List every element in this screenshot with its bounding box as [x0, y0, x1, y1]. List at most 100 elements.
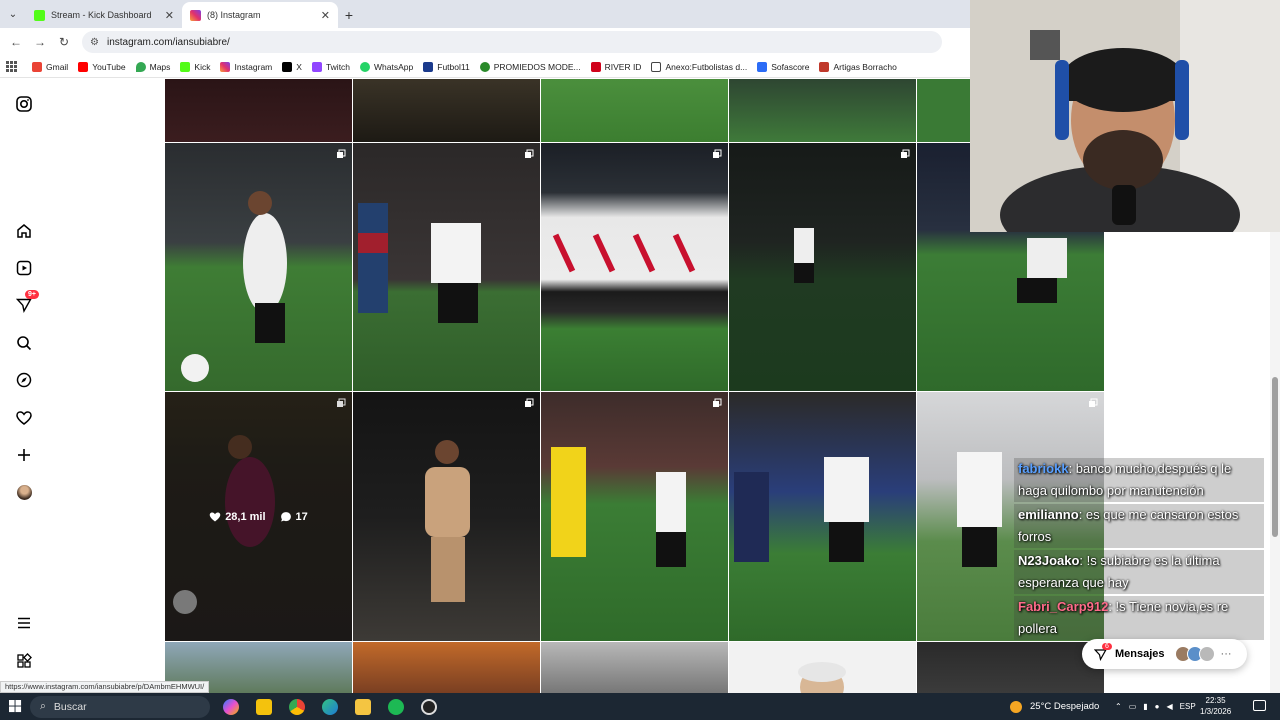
new-tab-button[interactable]: +: [338, 2, 360, 28]
edge-icon[interactable]: [317, 694, 343, 720]
more-menu-icon[interactable]: [15, 614, 33, 632]
comments-stat: 17: [280, 511, 308, 523]
post-thumbnail[interactable]: [541, 79, 728, 142]
post-thumbnail[interactable]: [165, 143, 352, 391]
post-thumbnail-hovered[interactable]: 28,1 mil 17: [165, 392, 352, 641]
post-thumbnail[interactable]: [353, 79, 540, 142]
recent-contacts-avatars: [1174, 646, 1215, 662]
page-scrollbar[interactable]: [1270, 232, 1280, 693]
system-clock[interactable]: 22:35 1/3/2026: [1200, 695, 1231, 717]
post-thumbnail[interactable]: [541, 642, 728, 693]
screen: ⌄ Stream - Kick Dashboard ✕ (8) Instagra…: [0, 0, 1280, 720]
twitch-icon: [311, 61, 322, 72]
store-icon[interactable]: [251, 694, 277, 720]
bookmark-x[interactable]: X: [282, 61, 302, 72]
clock-date: 1/3/2026: [1200, 707, 1232, 716]
chrome-icon[interactable]: [284, 694, 310, 720]
network-icon[interactable]: ▭: [1129, 702, 1137, 711]
messages-badge: 6: [1102, 643, 1112, 650]
bookmark-promiedos[interactable]: PROMIEDOS MODE...: [479, 61, 581, 72]
player-silhouette: [425, 440, 470, 602]
battery-icon[interactable]: ▮: [1143, 702, 1147, 711]
create-plus-icon[interactable]: [15, 446, 33, 464]
post-thumbnail[interactable]: [541, 392, 728, 641]
explore-icon[interactable]: [15, 371, 33, 389]
close-tab-icon[interactable]: ✕: [165, 9, 174, 22]
bookmark-label: Sofascore: [771, 61, 810, 72]
bookmark-wikipedia[interactable]: Anexo:Futbolistas d...: [651, 61, 747, 72]
file-explorer-icon[interactable]: [350, 694, 376, 720]
bookmark-kick[interactable]: Kick: [180, 61, 210, 72]
profile-post-grid: 28,1 mil 17: [165, 79, 1104, 693]
post-thumbnail[interactable]: [353, 392, 540, 641]
post-thumbnail[interactable]: [917, 642, 1104, 693]
home-icon[interactable]: [15, 222, 33, 240]
post-thumbnail[interactable]: [165, 79, 352, 142]
url-text: instagram.com/iansubiabre/: [106, 36, 230, 48]
youtube-icon: [78, 61, 89, 72]
clock-time: 22:35: [1205, 696, 1226, 705]
streamer-webcam: [970, 0, 1280, 232]
tab-kick-dashboard[interactable]: Stream - Kick Dashboard ✕: [26, 2, 182, 28]
heart-icon[interactable]: [15, 409, 33, 427]
bookmark-twitch[interactable]: Twitch: [311, 61, 351, 72]
chat-username: Fabri_Carp912: [1018, 599, 1109, 614]
apps-grid-icon[interactable]: [6, 60, 18, 73]
bookmark-futbol11[interactable]: Futbol11: [423, 61, 470, 72]
post-thumbnail[interactable]: [729, 392, 916, 641]
sofascore-icon: [757, 61, 768, 72]
bookmark-artigas[interactable]: Artigas Borracho: [819, 61, 897, 72]
stream-chat-overlay: fabriokk: banco mucho,después q le haga …: [1014, 458, 1264, 642]
tab-search-icon[interactable]: ⌄: [0, 0, 26, 28]
taskbar-search-box[interactable]: ⌕ Buscar: [30, 695, 210, 718]
tab-instagram[interactable]: (8) Instagram ✕: [182, 2, 338, 28]
weather-widget[interactable]: 25°C Despejado: [1010, 693, 1099, 720]
instagram-logo-icon[interactable]: [15, 95, 33, 113]
post-thumbnail[interactable]: [353, 143, 540, 391]
messages-icon[interactable]: 9+: [15, 290, 39, 314]
bookmark-youtube[interactable]: YouTube: [78, 61, 126, 72]
spotify-icon[interactable]: [383, 694, 409, 720]
windows-start-icon[interactable]: [0, 693, 30, 720]
more-dots-icon[interactable]: ···: [1221, 648, 1232, 660]
microphone-icon[interactable]: ●: [1155, 702, 1160, 711]
bookmark-label: PROMIEDOS MODE...: [493, 61, 581, 72]
also-from-meta-icon[interactable]: [15, 652, 33, 670]
site-info-icon[interactable]: ⚙: [90, 37, 99, 48]
browser-toolbar: ← → ↻ ⚙ instagram.com/iansubiabre/: [0, 28, 970, 56]
post-thumbnail[interactable]: [729, 143, 916, 391]
obs-icon[interactable]: [416, 694, 442, 720]
carousel-icon: [337, 398, 346, 407]
system-tray: ⌃ ▭ ▮ ● ◀ ESP: [1115, 693, 1196, 720]
profile-avatar[interactable]: [15, 483, 33, 501]
reels-icon[interactable]: [15, 259, 33, 277]
search-icon[interactable]: [15, 334, 33, 352]
bookmark-instagram[interactable]: Instagram: [220, 61, 273, 72]
forward-icon[interactable]: →: [28, 30, 52, 54]
bookmark-label: Twitch: [325, 61, 351, 72]
bookmark-gmail[interactable]: Gmail: [32, 61, 68, 72]
reload-icon[interactable]: ↻: [52, 30, 76, 54]
bookmark-river-id[interactable]: RIVER ID: [590, 61, 641, 72]
notifications-icon[interactable]: [1253, 700, 1266, 711]
messages-dock-button[interactable]: 6 Mensajes ···: [1082, 639, 1247, 669]
post-thumbnail[interactable]: [729, 642, 916, 693]
volume-icon[interactable]: ◀: [1167, 702, 1173, 711]
post-thumbnail[interactable]: [729, 79, 916, 142]
bookmark-label: Instagram: [234, 61, 273, 72]
back-icon[interactable]: ←: [4, 30, 28, 54]
bookmark-maps[interactable]: Maps: [135, 61, 170, 72]
chevron-up-icon[interactable]: ⌃: [1115, 702, 1122, 711]
bookmark-whatsapp[interactable]: WhatsApp: [360, 61, 413, 72]
post-thumbnail[interactable]: [541, 143, 728, 391]
close-tab-icon[interactable]: ✕: [321, 9, 330, 22]
language-indicator[interactable]: ESP: [1180, 702, 1196, 711]
copilot-icon[interactable]: [218, 694, 244, 720]
address-bar[interactable]: ⚙ instagram.com/iansubiabre/: [82, 31, 942, 53]
bookmark-sofascore[interactable]: Sofascore: [757, 61, 810, 72]
player-silhouette: [794, 228, 814, 283]
messages-label: Mensajes: [1115, 648, 1165, 660]
post-thumbnail[interactable]: [353, 642, 540, 693]
scrollbar-thumb[interactable]: [1272, 377, 1278, 537]
futbol11-icon: [423, 61, 434, 72]
